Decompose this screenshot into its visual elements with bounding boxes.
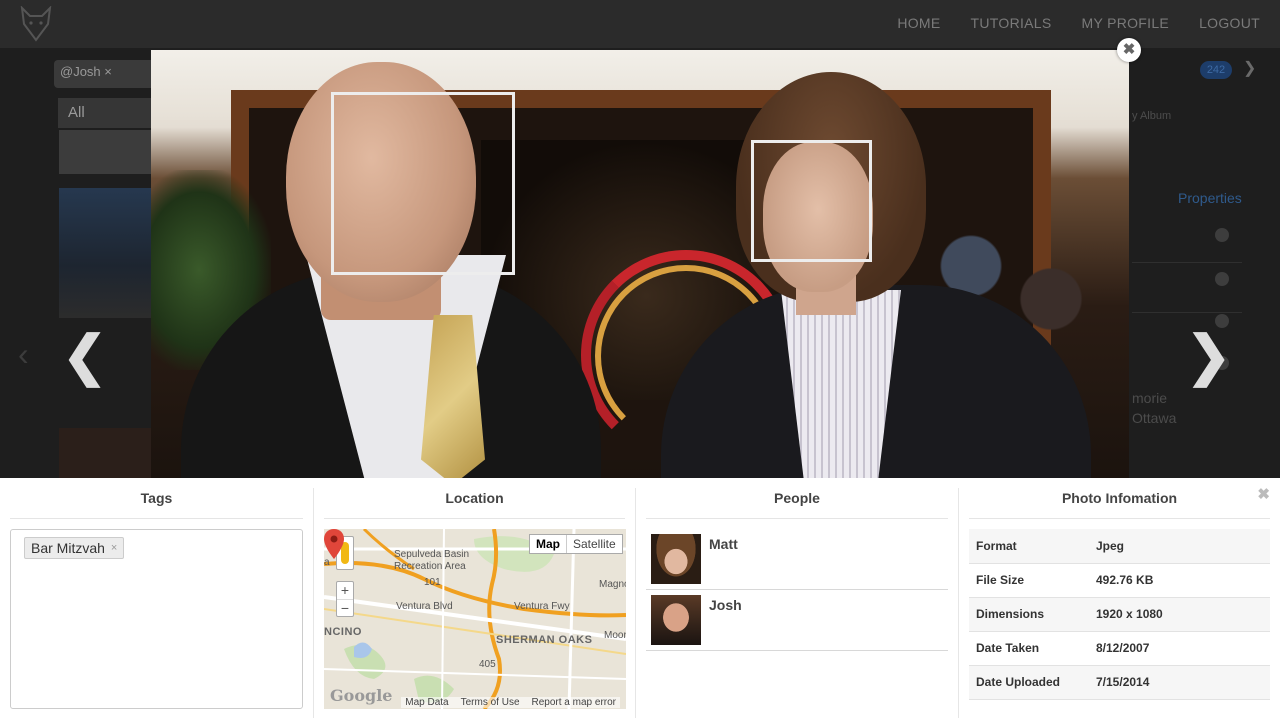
fox-logo-icon[interactable] xyxy=(20,6,52,42)
tag-remove-icon[interactable]: × xyxy=(111,538,117,558)
map-zoom-in-button[interactable]: + xyxy=(337,582,353,599)
background-tag-icon xyxy=(1215,228,1229,242)
map-type-map-button[interactable]: Map xyxy=(530,535,567,553)
background-thumbnail xyxy=(59,428,151,478)
background-count-badge: 242 xyxy=(1200,61,1232,79)
face-tag-box-matt[interactable] xyxy=(751,140,872,262)
map-footer: Map Data Terms of Use Report a map error xyxy=(401,697,620,708)
map-label: NCINO xyxy=(324,626,362,638)
location-map[interactable]: + − Map Satellite Sepulveda Basin Recrea… xyxy=(324,529,626,709)
lightbox-next-arrow-icon[interactable]: ❯ xyxy=(1186,329,1231,383)
divider xyxy=(1132,262,1242,263)
background-properties-tab: Properties xyxy=(1178,190,1242,206)
background-note-text: Ottawa xyxy=(1132,410,1177,426)
photo-information-section: Photo Infomation Format Jpeg File Size 492… xyxy=(959,478,1280,728)
nav-home-link[interactable]: HOME xyxy=(897,15,940,31)
info-value: 8/12/2007 xyxy=(1096,641,1150,655)
location-heading: Location xyxy=(324,490,625,519)
background-globe-icon xyxy=(1215,272,1229,286)
table-row: Format Jpeg xyxy=(969,529,1270,563)
background-search-chip: @Josh × xyxy=(60,64,112,79)
table-row: Date Taken 8/12/2007 xyxy=(969,631,1270,665)
map-zoom-control: + − xyxy=(336,581,354,617)
background-prev-arrow-icon: ‹ xyxy=(18,336,29,372)
divider xyxy=(1132,312,1242,313)
nav-tutorials-link[interactable]: TUTORIALS xyxy=(971,15,1052,31)
info-value: Jpeg xyxy=(1096,538,1125,553)
google-logo: Google xyxy=(330,686,393,705)
background-filter-all: All xyxy=(58,98,158,128)
people-heading: People xyxy=(646,490,948,519)
info-value: 7/15/2014 xyxy=(1096,675,1150,689)
table-row: Date Uploaded 7/15/2014 xyxy=(969,665,1270,699)
lightbox-close-button[interactable]: ✖ xyxy=(1117,38,1141,62)
info-value: 492.76 KB xyxy=(1096,573,1154,587)
tags-heading: Tags xyxy=(10,490,303,519)
map-label: Recreation Area xyxy=(394,561,466,572)
person-name: Matt xyxy=(709,536,738,552)
nav-my-profile-link[interactable]: MY PROFILE xyxy=(1082,15,1170,31)
person-item-matt[interactable]: Matt xyxy=(646,529,948,590)
main-nav: HOME TUTORIALS MY PROFILE LOGOUT xyxy=(897,15,1260,31)
map-label: 405 xyxy=(479,659,496,670)
background-album-label: y Album xyxy=(1132,110,1172,122)
background-filter-label: All xyxy=(68,104,85,121)
person-name: Josh xyxy=(709,597,742,613)
info-value: 1920 x 1080 xyxy=(1096,607,1163,621)
map-label: Moor xyxy=(604,630,626,641)
lightbox-photo[interactable] xyxy=(151,50,1129,478)
people-section: People Matt Josh xyxy=(636,478,958,728)
background-chevron-right-icon: ❯ xyxy=(1243,60,1257,77)
map-label: Sepulveda Basin xyxy=(394,549,470,560)
map-label: Ventura Fwy xyxy=(514,601,570,612)
location-section: Location + − Map Satellite Sepulveda Bas… xyxy=(314,478,635,728)
map-label: SHERMAN OAKS xyxy=(496,634,593,646)
info-label: Dimensions xyxy=(976,607,1045,621)
avatar xyxy=(651,595,701,645)
map-location-pin-icon[interactable] xyxy=(324,529,344,559)
map-roads-graphic xyxy=(324,529,626,709)
map-zoom-out-button[interactable]: − xyxy=(337,599,353,616)
tag-chip[interactable]: Bar Mitzvah × xyxy=(24,537,125,559)
map-type-toggle: Map Satellite xyxy=(529,534,623,554)
photo-information-heading: Photo Infomation xyxy=(969,490,1270,519)
map-type-satellite-button[interactable]: Satellite xyxy=(567,535,622,553)
map-label: 101 xyxy=(424,577,441,588)
background-thumbnail xyxy=(59,130,151,174)
tag-chip-label: Bar Mitzvah xyxy=(31,540,105,556)
map-terms-link[interactable]: Terms of Use xyxy=(461,697,520,708)
photo-info-panel: ✖ Tags Bar Mitzvah × Location + − Map Sa… xyxy=(0,478,1280,728)
tags-input-box[interactable]: Bar Mitzvah × xyxy=(10,529,303,709)
lightbox-prev-arrow-icon[interactable]: ❮ xyxy=(62,329,107,383)
table-row: File Size 492.76 KB xyxy=(969,563,1270,597)
info-label: Date Uploaded xyxy=(976,675,1061,689)
avatar xyxy=(651,534,701,584)
background-thumbnail xyxy=(59,188,151,318)
face-tag-box-josh[interactable] xyxy=(331,92,515,275)
background-note-text: morie xyxy=(1132,390,1168,406)
map-label: Magno xyxy=(599,579,626,590)
map-label: Ventura Blvd xyxy=(396,601,453,612)
table-row: Dimensions 1920 x 1080 xyxy=(969,597,1270,631)
top-navbar: HOME TUTORIALS MY PROFILE LOGOUT xyxy=(0,0,1280,48)
info-label: Date Taken xyxy=(976,641,1040,655)
map-data-link[interactable]: Map Data xyxy=(405,697,448,708)
person-item-josh[interactable]: Josh xyxy=(646,590,948,651)
nav-logout-link[interactable]: LOGOUT xyxy=(1199,15,1260,31)
map-report-error-link[interactable]: Report a map error xyxy=(532,697,616,708)
tags-section: Tags Bar Mitzvah × xyxy=(0,478,313,728)
photo-information-table: Format Jpeg File Size 492.76 KB Dimensions… xyxy=(969,529,1270,700)
info-label: File Size xyxy=(976,573,1025,587)
info-label: Format xyxy=(976,538,1017,553)
